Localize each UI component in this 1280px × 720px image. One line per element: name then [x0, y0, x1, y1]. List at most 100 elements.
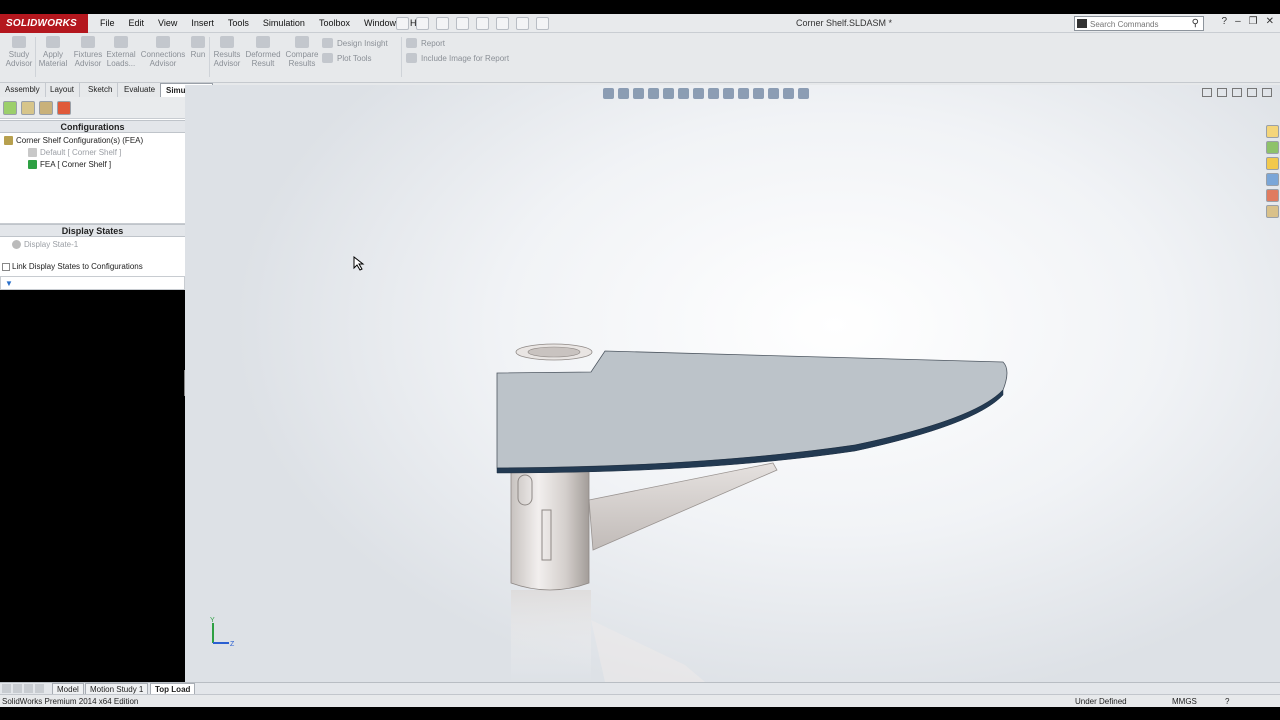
config-item-fea[interactable]: FEA [ Corner Shelf ] [28, 160, 111, 170]
menu-simulation[interactable]: Simulation [256, 14, 312, 33]
menu-insert[interactable]: Insert [184, 14, 221, 33]
corner-shelf-model[interactable] [185, 85, 1280, 682]
fixtures-advisor-button[interactable]: Fixtures Advisor [72, 36, 104, 68]
graphics-viewport[interactable]: Y Z [185, 85, 1280, 682]
units-selector[interactable]: MMGS [1172, 697, 1197, 706]
search-commands-box[interactable]: ⚲ [1074, 16, 1204, 31]
status-bar: SolidWorks Premium 2014 x64 Edition Unde… [0, 694, 1280, 707]
fixtures-advisor-icon [81, 36, 95, 48]
mouse-pointer-icon [353, 256, 365, 271]
restore-icon[interactable]: ❐ [1249, 16, 1258, 27]
design-insight-button[interactable]: Design Insight [322, 38, 388, 48]
menu-file[interactable]: File [93, 14, 122, 33]
command-search-icon [1077, 19, 1087, 28]
include-image-button[interactable]: Include Image for Report [406, 53, 509, 63]
close-icon[interactable]: ✕ [1266, 16, 1274, 27]
separator [35, 37, 36, 77]
tab-navigation [2, 684, 44, 693]
link-display-states-option[interactable]: Link Display States to Configurations [2, 262, 143, 271]
configuration-manager-icon[interactable] [39, 101, 53, 115]
rebuild-icon[interactable] [516, 17, 529, 30]
help-tooltip-icon[interactable]: ? [1225, 697, 1229, 706]
arm-reflection [591, 620, 705, 682]
config-item-default[interactable]: Default [ Corner Shelf ] [28, 148, 121, 158]
external-loads-icon [114, 36, 128, 48]
menu-bar: SOLIDWORKS File Edit View Insert Tools S… [0, 14, 1280, 33]
tab-assembly[interactable]: Assembly [0, 83, 46, 97]
assembly-icon [4, 136, 13, 146]
config-root[interactable]: Corner Shelf Configuration(s) (FEA) [4, 136, 143, 146]
plot-tools-icon [322, 53, 333, 63]
display-state-item[interactable]: Display State-1 [12, 240, 78, 250]
command-manager: Study Advisor Apply Material Fixtures Ad… [0, 33, 1280, 83]
undo-icon[interactable] [476, 17, 489, 30]
search-input[interactable] [1090, 18, 1185, 30]
top-black-band [0, 0, 1280, 14]
tab-sketch[interactable]: Sketch [83, 83, 119, 97]
shelf-top-surface [496, 350, 1008, 469]
print-icon[interactable] [456, 17, 469, 30]
collar-bore [527, 346, 581, 358]
solidworks-logo[interactable]: SOLIDWORKS [0, 14, 88, 33]
menu-tools[interactable]: Tools [221, 14, 256, 33]
new-icon[interactable] [396, 17, 409, 30]
menu-view[interactable]: View [151, 14, 184, 33]
tab-layout[interactable]: Layout [45, 83, 81, 97]
connections-advisor-button[interactable]: Connections Advisor [140, 36, 186, 68]
separator [209, 37, 210, 77]
document-title: Corner Shelf.SLDASM * [796, 18, 893, 28]
plot-tools-button[interactable]: Plot Tools [322, 53, 372, 63]
last-tab-icon[interactable] [35, 684, 44, 693]
compare-results-button[interactable]: Compare Results [285, 36, 319, 68]
quick-access-toolbar [396, 17, 549, 30]
link-display-states-checkbox[interactable] [2, 262, 10, 271]
menu-toolbox[interactable]: Toolbox [312, 14, 357, 33]
first-tab-icon[interactable] [2, 684, 11, 693]
triad-z-label: Z [230, 641, 235, 648]
run-icon [191, 36, 205, 48]
compare-results-icon [295, 36, 309, 48]
edition-label: SolidWorks Premium 2014 x64 Edition [2, 697, 139, 706]
report-icon [406, 38, 417, 48]
main-menu: File Edit View Insert Tools Simulation T… [93, 14, 436, 33]
report-button[interactable]: Report [406, 38, 445, 48]
display-states-header: Display States [0, 224, 185, 237]
left-panel: Configurations Corner Shelf Configuratio… [0, 97, 185, 682]
triad-y-label: Y [210, 617, 215, 624]
separator [401, 37, 402, 77]
prev-tab-icon[interactable] [13, 684, 22, 693]
post-body [510, 464, 590, 591]
display-manager-icon[interactable] [57, 101, 71, 115]
definition-status: Under Defined [1075, 697, 1127, 706]
apply-material-button[interactable]: Apply Material [38, 36, 68, 68]
external-loads-button[interactable]: External Loads... [106, 36, 136, 68]
study-advisor-button[interactable]: Study Advisor [4, 36, 34, 68]
configurations-header: Configurations [0, 120, 185, 133]
save-icon[interactable] [436, 17, 449, 30]
display-state-icon [12, 240, 21, 250]
coordinate-triad: Y Z [210, 617, 235, 648]
next-tab-icon[interactable] [24, 684, 33, 693]
support-arm [588, 462, 778, 551]
deformed-result-button[interactable]: Deformed Result [245, 36, 281, 68]
select-icon[interactable] [496, 17, 509, 30]
active-checkmark-icon [28, 160, 37, 170]
window-controls: ? – ❐ ✕ [1222, 16, 1274, 27]
feature-tree-icon[interactable] [3, 101, 17, 115]
results-advisor-icon [220, 36, 234, 48]
filter-icon[interactable]: ▼ [5, 279, 13, 288]
options-icon[interactable] [536, 17, 549, 30]
minimize-icon[interactable]: – [1235, 16, 1241, 27]
checkmark-icon [28, 148, 37, 158]
magnifier-icon[interactable]: ⚲ [1192, 18, 1199, 29]
run-button[interactable]: Run [189, 36, 207, 59]
camera-icon [406, 53, 417, 63]
menu-edit[interactable]: Edit [122, 14, 152, 33]
help-icon[interactable]: ? [1222, 16, 1228, 27]
filter-bar[interactable]: ▼ [0, 276, 185, 290]
tab-evaluate[interactable]: Evaluate [119, 83, 162, 97]
results-advisor-button[interactable]: Results Advisor [212, 36, 242, 68]
open-icon[interactable] [416, 17, 429, 30]
property-manager-icon[interactable] [21, 101, 35, 115]
design-insight-icon [322, 38, 333, 48]
